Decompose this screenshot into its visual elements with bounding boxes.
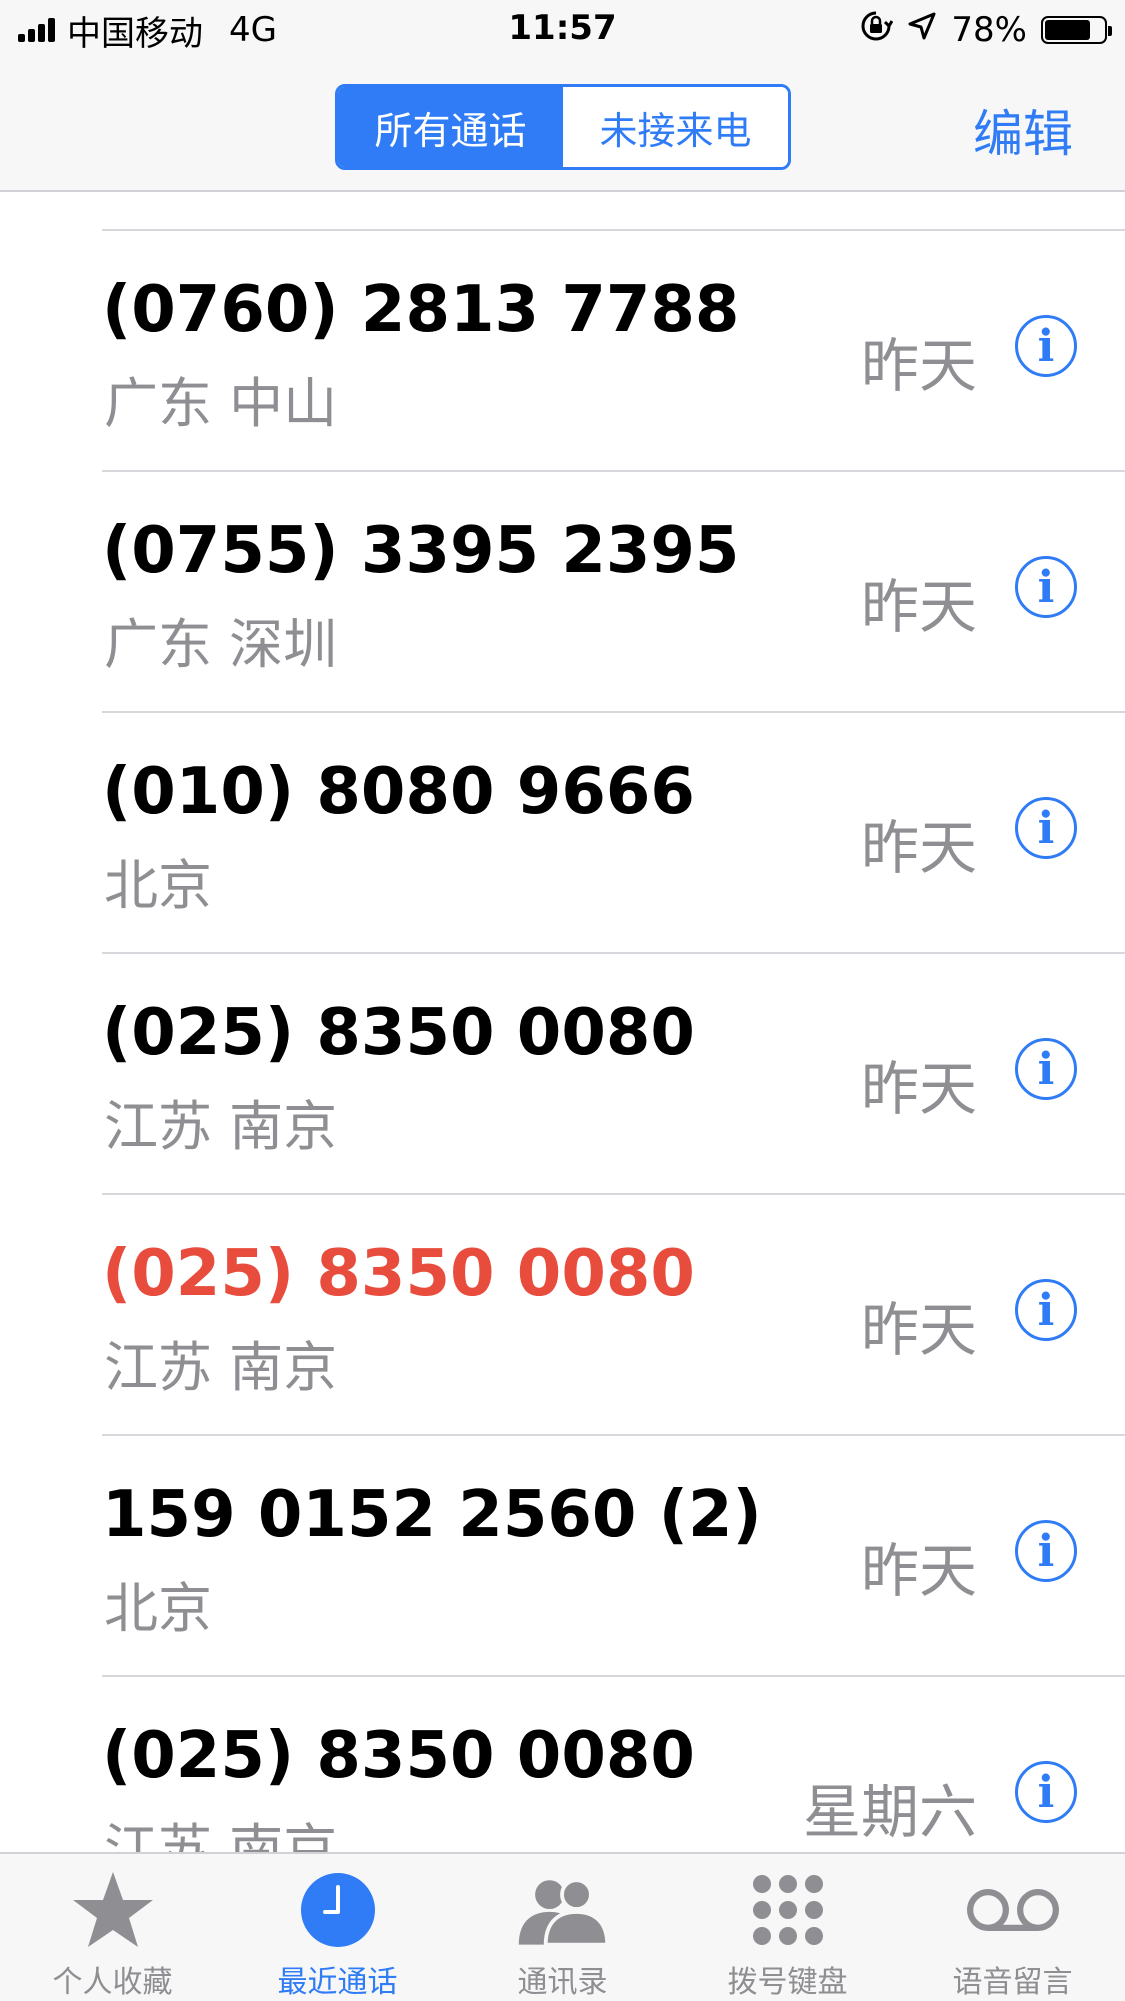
info-button[interactable]: i xyxy=(1015,1038,1077,1100)
call-location: 广东 深圳 xyxy=(104,613,338,676)
call-location: 江苏 南京 xyxy=(104,1336,338,1399)
tab-keypad[interactable]: 拨号键盘 xyxy=(675,1854,900,2001)
tab-label: 个人收藏 xyxy=(52,1965,173,2000)
info-icon: i xyxy=(1037,561,1055,613)
call-location: 广东 中山 xyxy=(104,372,338,435)
tab-recents[interactable]: 最近通话 xyxy=(225,1854,450,2001)
info-button[interactable]: i xyxy=(1015,1279,1077,1341)
tab-bar: 个人收藏 最近通话 通讯录 拨号键盘 语音留言 xyxy=(0,1852,1125,2001)
status-right: 78% xyxy=(859,8,1112,52)
call-row[interactable]: (025) 8350 0080 江苏 南京 星期六 i xyxy=(0,1677,1125,1852)
call-row-missed[interactable]: (025) 8350 0080 江苏 南京 昨天 i xyxy=(0,1195,1125,1436)
call-date: 昨天 xyxy=(860,1055,977,1123)
call-number: (025) 8350 0080 xyxy=(102,996,695,1070)
navigation-bar: 所有通话 未接来电 编辑 xyxy=(0,60,1125,192)
call-row[interactable]: (0760) 2813 7788 广东 中山 昨天 i xyxy=(0,231,1125,472)
call-location: 北京 xyxy=(104,854,212,917)
battery-percent: 78% xyxy=(951,10,1027,50)
call-date: 昨天 xyxy=(860,814,977,882)
call-number: (010) 8080 9666 xyxy=(102,755,695,829)
location-arrow-icon xyxy=(907,10,937,50)
keypad-icon xyxy=(738,1868,838,1951)
call-date: 昨天 xyxy=(860,1537,977,1605)
call-date: 昨天 xyxy=(860,573,977,641)
info-icon: i xyxy=(1037,1525,1055,1577)
tab-label: 最近通话 xyxy=(277,1965,398,2000)
star-icon xyxy=(63,1868,163,1951)
call-number: 159 0152 2560 (2) xyxy=(102,1478,762,1552)
tab-voicemail[interactable]: 语音留言 xyxy=(900,1854,1125,2001)
call-location: 江苏 南京 xyxy=(104,1818,338,1852)
battery-icon xyxy=(1041,16,1112,44)
info-icon: i xyxy=(1037,320,1055,372)
battery-level-fill xyxy=(1045,20,1090,40)
call-location: 北京 xyxy=(104,1577,212,1640)
tab-contacts[interactable]: 通讯录 xyxy=(450,1854,675,2001)
info-button[interactable]: i xyxy=(1015,797,1077,859)
segment-all-calls[interactable]: 所有通话 xyxy=(338,87,563,167)
info-button[interactable]: i xyxy=(1015,556,1077,618)
clock-icon xyxy=(288,1868,388,1951)
tab-label: 语音留言 xyxy=(952,1965,1073,2000)
call-number-missed: (025) 8350 0080 xyxy=(102,1237,695,1311)
call-date: 昨天 xyxy=(860,1296,977,1364)
tab-favorites[interactable]: 个人收藏 xyxy=(0,1854,225,2001)
orientation-lock-icon xyxy=(859,9,894,52)
info-icon: i xyxy=(1037,802,1055,854)
segmented-control: 所有通话 未接来电 xyxy=(335,84,791,170)
call-number: (025) 8350 0080 xyxy=(102,1719,695,1793)
call-row[interactable]: 159 0152 2560 (2) 北京 昨天 i xyxy=(0,1436,1125,1677)
contacts-icon xyxy=(513,1868,613,1951)
status-bar: 中国移动 4G 11:57 78% xyxy=(0,0,1125,60)
info-button[interactable]: i xyxy=(1015,1761,1077,1823)
call-row[interactable]: (025) 8350 0080 江苏 南京 昨天 i xyxy=(0,954,1125,1195)
call-row[interactable]: (0755) 3395 2395 广东 深圳 昨天 i xyxy=(0,472,1125,713)
call-location: 江苏 南京 xyxy=(104,1095,338,1158)
call-number: (0755) 3395 2395 xyxy=(102,514,740,588)
info-button[interactable]: i xyxy=(1015,1520,1077,1582)
edit-button[interactable]: 编辑 xyxy=(973,94,1073,166)
segment-missed-calls[interactable]: 未接来电 xyxy=(563,87,788,167)
call-date: 星期六 xyxy=(802,1778,977,1846)
voicemail-icon xyxy=(963,1868,1063,1951)
info-icon: i xyxy=(1037,1043,1055,1095)
info-icon: i xyxy=(1037,1766,1055,1818)
call-date: 昨天 xyxy=(860,332,977,400)
tab-label: 拨号键盘 xyxy=(727,1965,848,2000)
tab-label: 通讯录 xyxy=(517,1965,608,2000)
recents-list[interactable]: (0760) 2813 7788 广东 中山 昨天 i (0755) 3395 … xyxy=(0,192,1125,1852)
call-number: (0760) 2813 7788 xyxy=(102,273,740,347)
info-button[interactable]: i xyxy=(1015,315,1077,377)
info-icon: i xyxy=(1037,1284,1055,1336)
call-row[interactable]: (010) 8080 9666 北京 昨天 i xyxy=(0,713,1125,954)
